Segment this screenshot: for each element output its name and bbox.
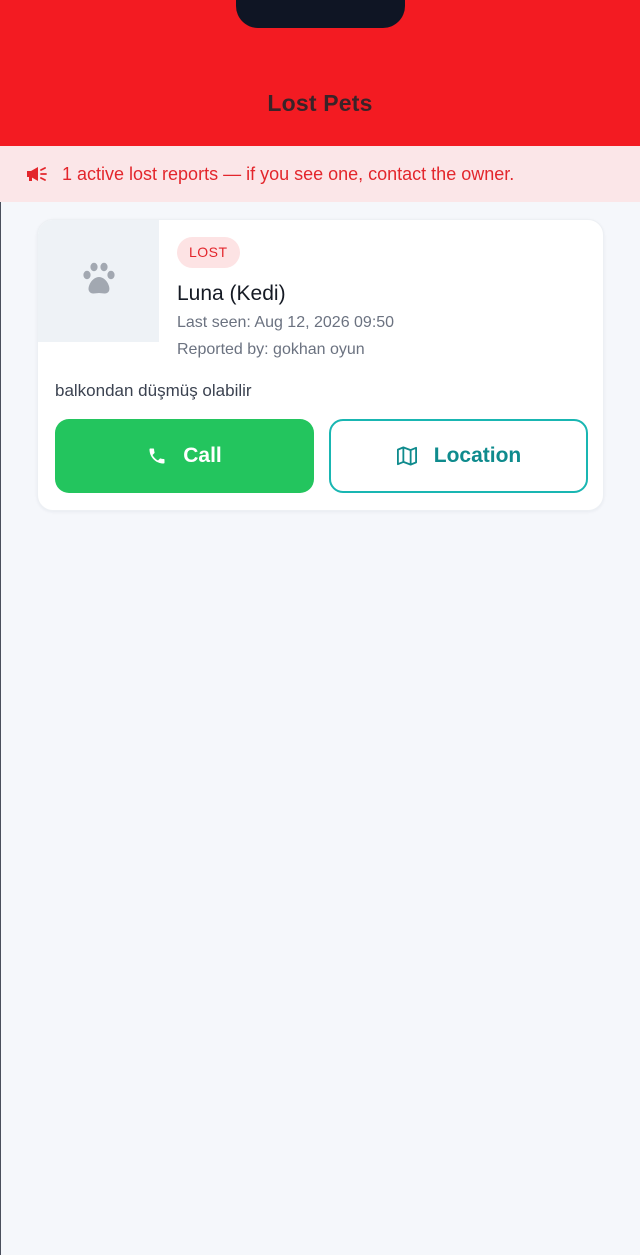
device-notch	[236, 0, 405, 28]
reported-by: Reported by: gokhan oyun	[177, 341, 365, 358]
paw-icon	[80, 260, 118, 303]
call-button[interactable]: Call	[55, 419, 314, 493]
map-icon	[396, 446, 418, 466]
screen-edge	[0, 202, 1, 1255]
active-reports-banner: 1 active lost reports — if you see one, …	[0, 146, 640, 202]
pet-name: Luna (Kedi)	[177, 282, 286, 305]
location-button-label: Location	[433, 444, 522, 467]
phone-icon	[147, 446, 167, 466]
app-header: Lost Pets	[0, 0, 640, 146]
location-button[interactable]: Location	[329, 419, 588, 493]
page-title: Lost Pets	[267, 90, 373, 116]
banner-text: 1 active lost reports — if you see one, …	[62, 163, 515, 184]
last-seen: Last seen: Aug 12, 2026 09:50	[177, 314, 395, 331]
report-description: balkondan düşmüş olabilir	[55, 381, 252, 400]
pet-photo-placeholder	[38, 220, 159, 342]
lost-pet-card[interactable]: LOST Luna (Kedi) Last seen: Aug 12, 2026…	[37, 219, 604, 511]
status-badge: LOST	[177, 237, 240, 268]
call-button-label: Call	[183, 444, 222, 467]
megaphone-icon	[26, 165, 48, 183]
